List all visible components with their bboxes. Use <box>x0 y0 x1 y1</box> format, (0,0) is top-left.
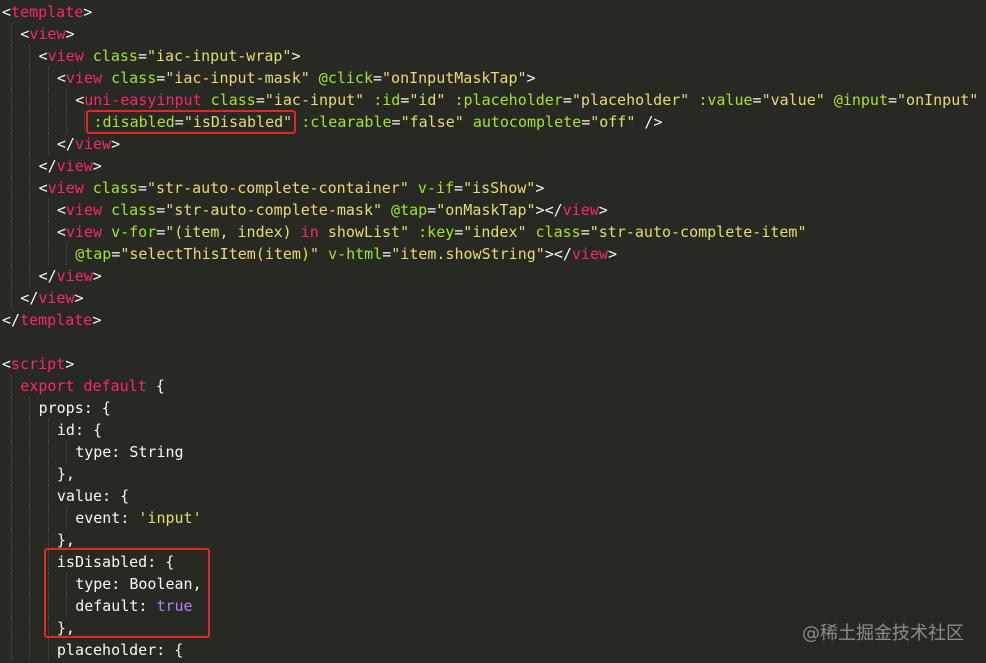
indent-guide <box>11 45 12 67</box>
indent-guide <box>29 111 31 133</box>
indent-guide <box>65 507 67 529</box>
indent-guide <box>47 221 49 243</box>
indent-guide <box>29 397 31 419</box>
indent-guide <box>47 199 49 221</box>
indent-guide <box>29 177 31 199</box>
indent-guide <box>65 243 67 265</box>
indent-guide <box>29 265 31 287</box>
indent-guide <box>11 23 12 45</box>
code-line: </view> <box>20 289 84 307</box>
indent-guide <box>29 199 31 221</box>
indent-guide <box>29 243 31 265</box>
indent-guide <box>29 573 31 595</box>
code-line: <uni-easyinput class="iac-input" :id="id… <box>75 91 979 109</box>
code-line: event: 'input' <box>75 509 202 527</box>
indent-guide <box>65 111 67 133</box>
indent-guide <box>47 485 49 507</box>
code-line: props: { <box>38 399 111 417</box>
indent-guide <box>11 419 12 441</box>
indent-guide <box>47 639 49 661</box>
indent-guide <box>29 529 31 551</box>
indent-guide <box>47 67 49 89</box>
indent-guide <box>11 221 12 243</box>
indent-guide <box>11 199 12 221</box>
indent-guide <box>11 463 12 485</box>
code-line: </view> <box>56 135 121 153</box>
indent-guide <box>29 133 31 155</box>
indent-guide <box>11 177 12 199</box>
indent-guide <box>11 287 12 309</box>
indent-guide <box>11 397 12 419</box>
indent-guide <box>65 441 67 463</box>
code-line: @tap="selectThisItem(item)" v-html="item… <box>75 245 618 263</box>
code-line: <template> <box>2 3 93 21</box>
indent-guide <box>47 89 49 111</box>
code-line: </view> <box>38 157 102 175</box>
indent-guide <box>11 243 12 265</box>
disabled-attribute-highlight <box>86 110 296 134</box>
code-line: placeholder: { <box>56 641 184 659</box>
isdisabled-prop-highlight <box>44 548 210 638</box>
indent-guide <box>29 551 31 573</box>
indent-guide <box>11 375 12 397</box>
code-line: value: { <box>56 487 130 505</box>
code-line: <view class="str-auto-complete-mask" @ta… <box>56 201 608 219</box>
indent-guide <box>11 111 12 133</box>
indent-guide <box>29 45 31 67</box>
indent-guide <box>29 485 31 507</box>
indent-guide <box>47 243 49 265</box>
indent-guide <box>11 639 12 661</box>
indent-guide <box>11 441 12 463</box>
code-line: <view class="str-auto-complete-container… <box>38 179 545 197</box>
indent-guide <box>11 617 12 639</box>
indent-guide <box>29 441 31 463</box>
indent-guide <box>29 463 31 485</box>
code-line: </template> <box>2 311 102 329</box>
code-line: <view> <box>20 25 75 43</box>
code-line: type: String <box>75 443 184 461</box>
indent-guide <box>29 419 31 441</box>
indent-guide <box>65 89 67 111</box>
indent-guide <box>11 155 12 177</box>
indent-guide <box>29 67 31 89</box>
indent-guide <box>11 265 12 287</box>
indent-guide <box>29 89 31 111</box>
code-line: <script> <box>2 355 75 373</box>
indent-guide <box>47 441 49 463</box>
indent-guide <box>47 419 49 441</box>
indent-guide <box>11 133 12 155</box>
indent-guide <box>47 463 49 485</box>
watermark: @稀土掘金技术社区 <box>802 623 964 644</box>
indent-guide <box>11 485 12 507</box>
code-line: </view> <box>38 267 102 285</box>
indent-guide <box>47 133 49 155</box>
indent-guide <box>29 507 31 529</box>
code-line: <view v-for="(item, index) in showList" … <box>56 223 807 241</box>
code-line: export default { <box>20 377 165 395</box>
code-line: }, <box>56 465 75 483</box>
indent-guide <box>47 111 49 133</box>
code-line: id: { <box>56 421 103 439</box>
indent-guide <box>11 67 12 89</box>
indent-guide <box>11 573 12 595</box>
indent-guide <box>29 595 31 617</box>
indent-guide <box>47 507 49 529</box>
indent-guide <box>11 551 12 573</box>
code-line: <view class="iac-input-mask" @click="onI… <box>56 69 536 87</box>
indent-guide <box>29 221 31 243</box>
indent-guide <box>11 89 12 111</box>
indent-guide <box>29 155 31 177</box>
indent-guide <box>11 529 12 551</box>
indent-guide <box>11 507 12 529</box>
indent-guide <box>29 639 31 661</box>
indent-guide <box>29 617 31 639</box>
code-line: <view class="iac-input-wrap"> <box>38 47 301 65</box>
indent-guide <box>11 595 12 617</box>
